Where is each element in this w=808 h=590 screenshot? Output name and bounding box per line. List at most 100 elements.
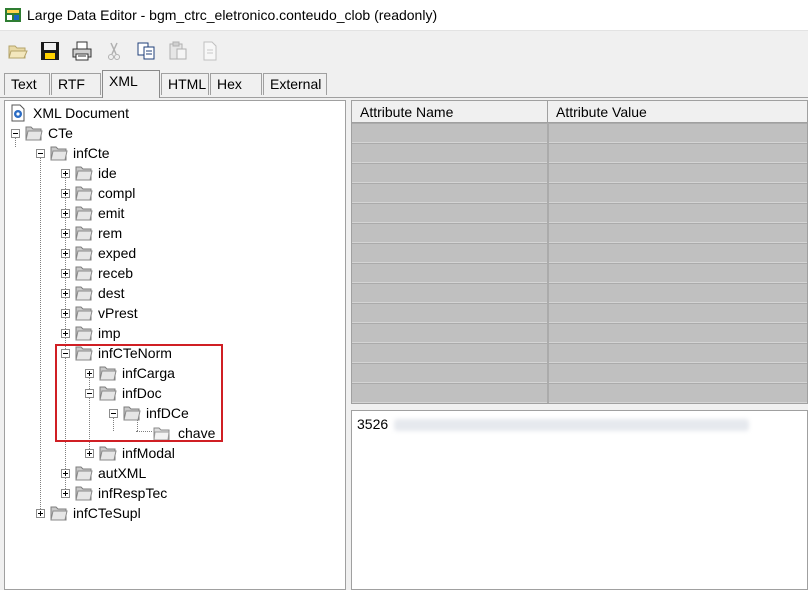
tab-rtf[interactable]: RTF [51, 73, 101, 95]
tree-node-infctesupl[interactable]: infCTeSupl [36, 503, 141, 523]
tab-hex[interactable]: Hex [210, 73, 262, 95]
tab-external[interactable]: External [263, 73, 327, 95]
tree-node-infcte[interactable]: infCte [36, 143, 110, 163]
toolbar [0, 30, 808, 70]
grid-row [352, 344, 807, 364]
tree-node-infmodal[interactable]: infModal [85, 443, 175, 463]
grid-cell-value [549, 344, 807, 363]
tree-node-receb[interactable]: receb [61, 263, 133, 283]
expand-icon[interactable] [61, 268, 70, 278]
tree-node-label: imp [98, 325, 121, 341]
clear-button[interactable] [198, 39, 222, 63]
grid-cell-value [549, 364, 807, 383]
expand-icon[interactable] [61, 188, 70, 198]
expand-icon[interactable] [85, 448, 94, 458]
grid-cell-name [352, 204, 547, 223]
expand-icon[interactable] [61, 208, 70, 218]
print-icon [72, 41, 92, 60]
open-button[interactable] [6, 39, 30, 63]
tree-node-emit[interactable]: emit [61, 203, 124, 223]
grid-row [352, 244, 807, 264]
tree-node-label: receb [98, 265, 134, 281]
tree-node-infresptec[interactable]: infRespTec [61, 483, 167, 503]
column-header-attribute-name[interactable]: Attribute Name [352, 101, 548, 123]
tree-node-label: dest [98, 285, 125, 301]
xml-element-icon [24, 124, 44, 142]
expand-icon[interactable] [61, 328, 70, 338]
title-bar: Large Data Editor - bgm_ctrc_eletronico.… [0, 0, 808, 30]
grid-row [352, 124, 807, 144]
paste-button[interactable] [166, 39, 190, 63]
tree-node-dest[interactable]: dest [61, 283, 124, 303]
grid-row [352, 144, 807, 164]
tab-text[interactable]: Text [4, 73, 50, 95]
tree-node-cte[interactable]: CTe [11, 123, 73, 143]
xml-element-icon [74, 244, 94, 262]
expand-icon[interactable] [61, 228, 70, 238]
open-icon [8, 45, 28, 58]
print-button[interactable] [70, 39, 94, 63]
collapse-icon[interactable] [11, 128, 20, 138]
grid-cell-name [352, 124, 547, 143]
grid-cell-name [352, 224, 547, 243]
tree-node-ide[interactable]: ide [61, 163, 117, 183]
grid-cell-name [352, 284, 547, 303]
tree-node-label: compl [98, 185, 136, 201]
expand-icon[interactable] [61, 468, 70, 478]
grid-row [352, 384, 807, 403]
grid-cell-value [549, 244, 807, 263]
cut-button[interactable] [102, 39, 126, 63]
tree-node-vprest[interactable]: vPrest [61, 303, 138, 323]
tree-node-label: infCTeSupl [73, 505, 141, 521]
grid-cell-name [352, 344, 547, 363]
tab-xml[interactable]: XML [102, 70, 160, 98]
expand-icon[interactable] [61, 488, 70, 498]
expand-icon[interactable] [61, 288, 70, 298]
attribute-grid[interactable]: Attribute Name Attribute Value [351, 100, 808, 404]
expand-icon[interactable] [61, 308, 70, 318]
grid-row [352, 264, 807, 284]
xml-element-icon [74, 184, 94, 202]
attribute-grid-header: Attribute Name Attribute Value [352, 101, 807, 123]
tree-node-label: XML Document [33, 105, 129, 121]
grid-row [352, 324, 807, 344]
tree-node-imp[interactable]: imp [61, 323, 121, 343]
grid-row [352, 204, 807, 224]
tree-node-label: rem [98, 225, 123, 241]
column-header-attribute-value[interactable]: Attribute Value [548, 101, 807, 123]
save-button[interactable] [38, 39, 62, 63]
grid-cell-value [549, 204, 807, 223]
app-icon [4, 6, 22, 24]
grid-cell-name [352, 264, 547, 283]
cut-icon [108, 42, 120, 60]
node-value-editor[interactable]: 3526 [351, 410, 808, 590]
expand-icon[interactable] [61, 168, 70, 178]
grid-cell-name [352, 304, 547, 323]
xml-element-icon [74, 284, 94, 302]
tree-node-xml-document[interactable]: XML Document [9, 103, 129, 123]
collapse-icon[interactable] [36, 148, 45, 158]
grid-cell-value [549, 304, 807, 323]
tree-node-rem[interactable]: rem [61, 223, 122, 243]
tree-connector [40, 151, 41, 515]
copy-button[interactable] [134, 39, 158, 63]
grid-cell-value [549, 184, 807, 203]
tree-node-autxml[interactable]: autXML [61, 463, 146, 483]
grid-cell-name [352, 324, 547, 343]
tree-node-label: exped [98, 245, 137, 261]
tree-node-label: autXML [98, 465, 147, 481]
expand-icon[interactable] [36, 508, 45, 518]
copy-icon [137, 42, 155, 59]
tab-html[interactable]: HTML [161, 73, 209, 95]
xml-element-icon [74, 324, 94, 342]
tree-node-exped[interactable]: exped [61, 243, 136, 263]
grid-row [352, 364, 807, 384]
grid-cell-name [352, 144, 547, 163]
xml-tree[interactable]: XML Document CTe infCte ide compl emit rem exp… [4, 100, 346, 590]
grid-cell-name [352, 244, 547, 263]
window-title: Large Data Editor - bgm_ctrc_eletronico.… [27, 7, 438, 23]
tree-node-label: infRespTec [98, 485, 168, 501]
expand-icon[interactable] [61, 248, 70, 258]
tree-node-compl[interactable]: compl [61, 183, 135, 203]
node-value-text[interactable]: 3526 [357, 416, 388, 432]
